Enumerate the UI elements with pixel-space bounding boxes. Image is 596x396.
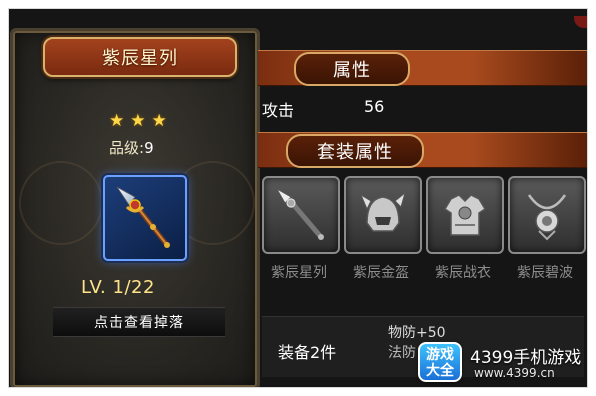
spear-icon [275, 187, 324, 240]
set-item-name: 紫辰战衣 [435, 265, 491, 281]
star-icon: ★ [130, 111, 146, 131]
item-name: 紫辰星列 [102, 48, 178, 69]
set-title-pill: 套装属性 [286, 134, 424, 168]
game-guide-logo: 游戏 大全 [418, 342, 462, 382]
set-slot-spear[interactable] [262, 176, 340, 254]
necklace-icon [527, 194, 567, 241]
set-attributes-header: 套装属性 [258, 132, 588, 168]
item-level: LV. 1/22 [81, 277, 155, 298]
grade-label: 品级: [109, 139, 145, 157]
set-slot-armor[interactable] [426, 176, 504, 254]
panel-ornament [19, 161, 103, 245]
item-icon-slot[interactable] [103, 175, 187, 261]
item-title-banner: 紫辰星列 [43, 37, 237, 77]
set-title: 套装属性 [317, 142, 393, 163]
item-detail-panel: 紫辰星列 ★ ★ ★ 品级:9 LV. 1/22 点击查看掉落 [10, 28, 260, 388]
attribute-name: 攻击 [262, 101, 295, 120]
item-grade: 品级:9 [109, 137, 154, 158]
grade-value: 9 [144, 139, 154, 157]
attribute-row: 攻击 56 [262, 94, 582, 120]
set-slot-necklace[interactable] [508, 176, 586, 254]
spear-icon [116, 186, 170, 248]
helmet-icon [359, 191, 406, 232]
attributes-title-pill: 属性 [294, 52, 410, 86]
view-drop-label: 点击查看掉落 [94, 315, 184, 331]
attributes-header: 属性 [258, 50, 588, 86]
watermark-url: www.4399.cn [474, 366, 555, 380]
star-icon: ★ [151, 111, 167, 131]
item-stars: ★ ★ ★ [109, 113, 167, 130]
attribute-value: 56 [364, 97, 385, 116]
set-bonus-count: 装备2件 [278, 343, 337, 362]
set-item-name: 紫辰金盔 [353, 265, 409, 281]
star-icon: ★ [109, 111, 125, 131]
close-corner-icon[interactable] [574, 16, 588, 28]
attributes-title: 属性 [333, 60, 371, 81]
game-screen: 紫辰星列 ★ ★ ★ 品级:9 LV. 1/22 点击查看掉落 属性 攻击 56… [8, 8, 588, 388]
site-watermark: 游戏 大全 4399手机游戏 www.4399.cn [418, 340, 594, 388]
set-slot-helmet[interactable] [344, 176, 422, 254]
armor-icon [443, 194, 487, 236]
watermark-title: 4399手机游戏 [470, 348, 582, 368]
set-item-name: 紫辰碧波 [517, 265, 573, 281]
set-item-name: 紫辰星列 [271, 265, 327, 281]
view-drop-button[interactable]: 点击查看掉落 [53, 307, 225, 337]
set-items-row: 紫辰星列 紫辰金盔 紫辰战衣 紫辰碧波 [262, 176, 588, 286]
